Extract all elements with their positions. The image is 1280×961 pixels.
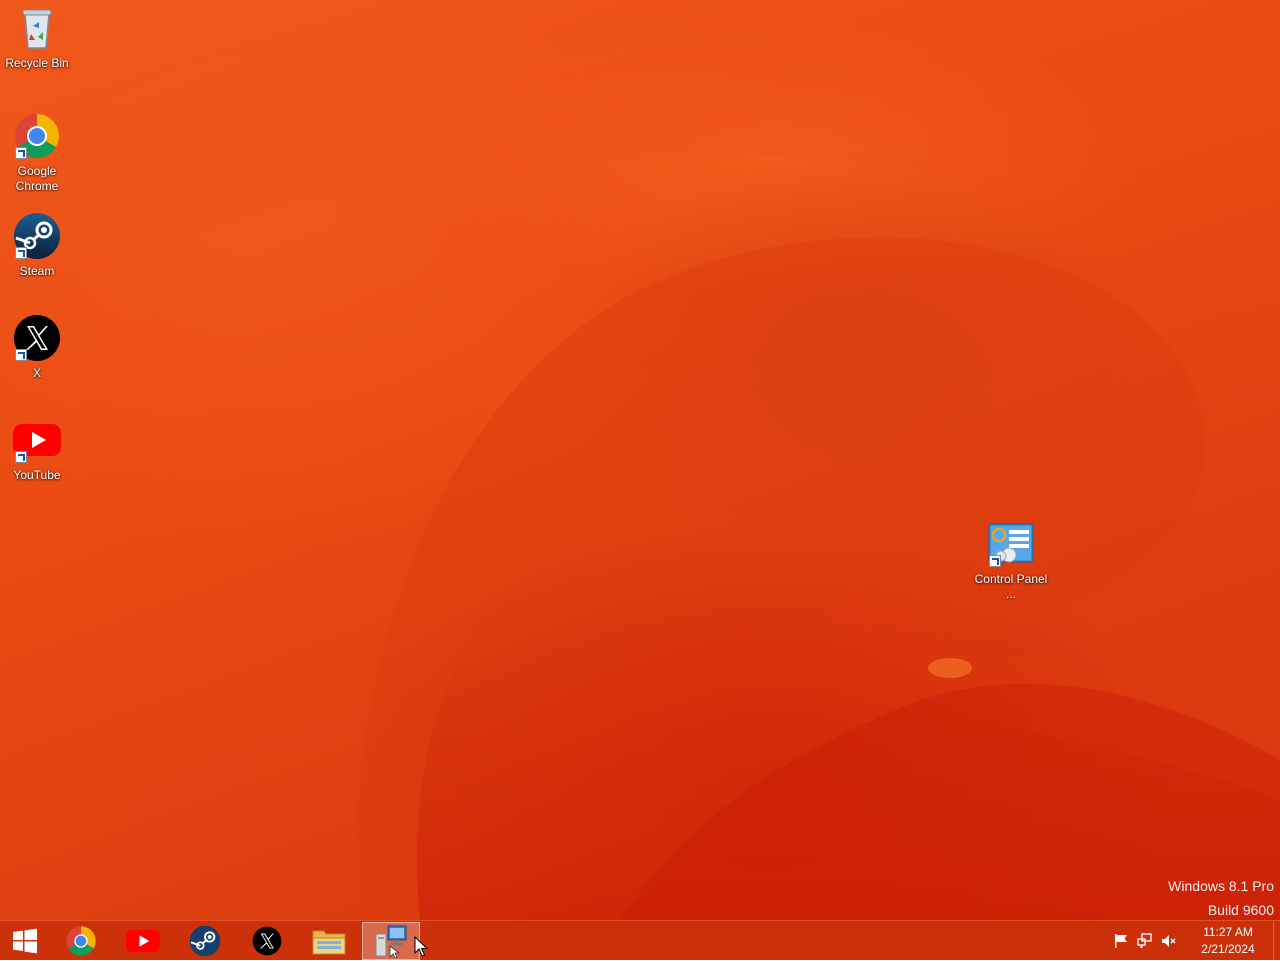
desktop[interactable]: Recycle Bin Google Chrome Steam X YouTub… [0,0,1280,960]
start-button[interactable] [0,922,50,960]
youtube-icon [126,929,160,953]
taskbar-youtube-button[interactable] [114,922,172,960]
desktop-icon-control-panel[interactable]: Control Panel ... [974,520,1048,602]
desktop-icon-label: Google Chrome [15,164,59,193]
steam-icon [189,925,221,957]
desktop-icon-label: X [32,366,41,380]
watermark-edition: Windows 8.1 Pro [1168,878,1274,894]
desktop-icon-label: Recycle Bin [5,56,69,70]
taskbar-steam-button[interactable] [176,922,234,960]
desktop-icon-label: Steam [19,264,55,278]
taskbar-file-explorer-button[interactable] [300,922,358,960]
shortcut-arrow-icon [15,247,27,259]
taskbar: 11:27 AM 2/21/2024 [0,920,1280,961]
shortcut-arrow-icon [15,349,27,361]
control-panel-icon [987,520,1035,568]
system-tray: 11:27 AM 2/21/2024 [1109,921,1280,961]
file-explorer-icon [312,930,346,955]
display-settings-icon [375,925,407,958]
taskbar-x-button[interactable] [238,922,296,960]
network-icon[interactable] [1137,933,1153,949]
wallpaper-waves [0,0,1280,920]
shortcut-arrow-icon [15,451,27,463]
desktop-icon-x[interactable]: X [0,314,74,381]
taskbar-chrome-button[interactable] [52,922,110,960]
desktop-icon-label: YouTube [13,468,61,482]
chrome-icon [13,112,61,160]
action-center-flag-icon[interactable] [1113,933,1129,949]
chrome-icon [66,926,96,956]
show-desktop-button[interactable] [1273,921,1280,961]
desktop-icon-google-chrome[interactable]: Google Chrome [0,112,74,194]
shortcut-arrow-icon [15,147,27,159]
taskbar-display-settings-button[interactable] [362,922,420,960]
windows-start-icon [13,928,37,954]
x-icon [13,314,61,362]
desktop-icon-youtube[interactable]: YouTube [0,416,74,483]
desktop-icon-label: Control Panel ... [974,572,1048,601]
steam-icon [13,212,61,260]
taskbar-clock[interactable]: 11:27 AM 2/21/2024 [1187,924,1269,958]
clock-time: 11:27 AM [1203,925,1253,939]
desktop-icon-steam[interactable]: Steam [0,212,74,279]
watermark-build: Build 9600 [1207,902,1274,918]
clock-date: 2/21/2024 [1201,942,1255,956]
volume-muted-icon[interactable] [1161,933,1177,949]
windows-version-watermark: Windows 8.1 Pro Build 9600 [1168,874,1274,922]
youtube-icon [13,416,61,464]
desktop-icon-recycle-bin[interactable]: Recycle Bin [0,4,74,71]
recycle-bin-icon [13,4,61,52]
x-icon [252,926,282,956]
mouse-cursor-icon [414,936,428,957]
shortcut-arrow-icon [989,555,1001,567]
